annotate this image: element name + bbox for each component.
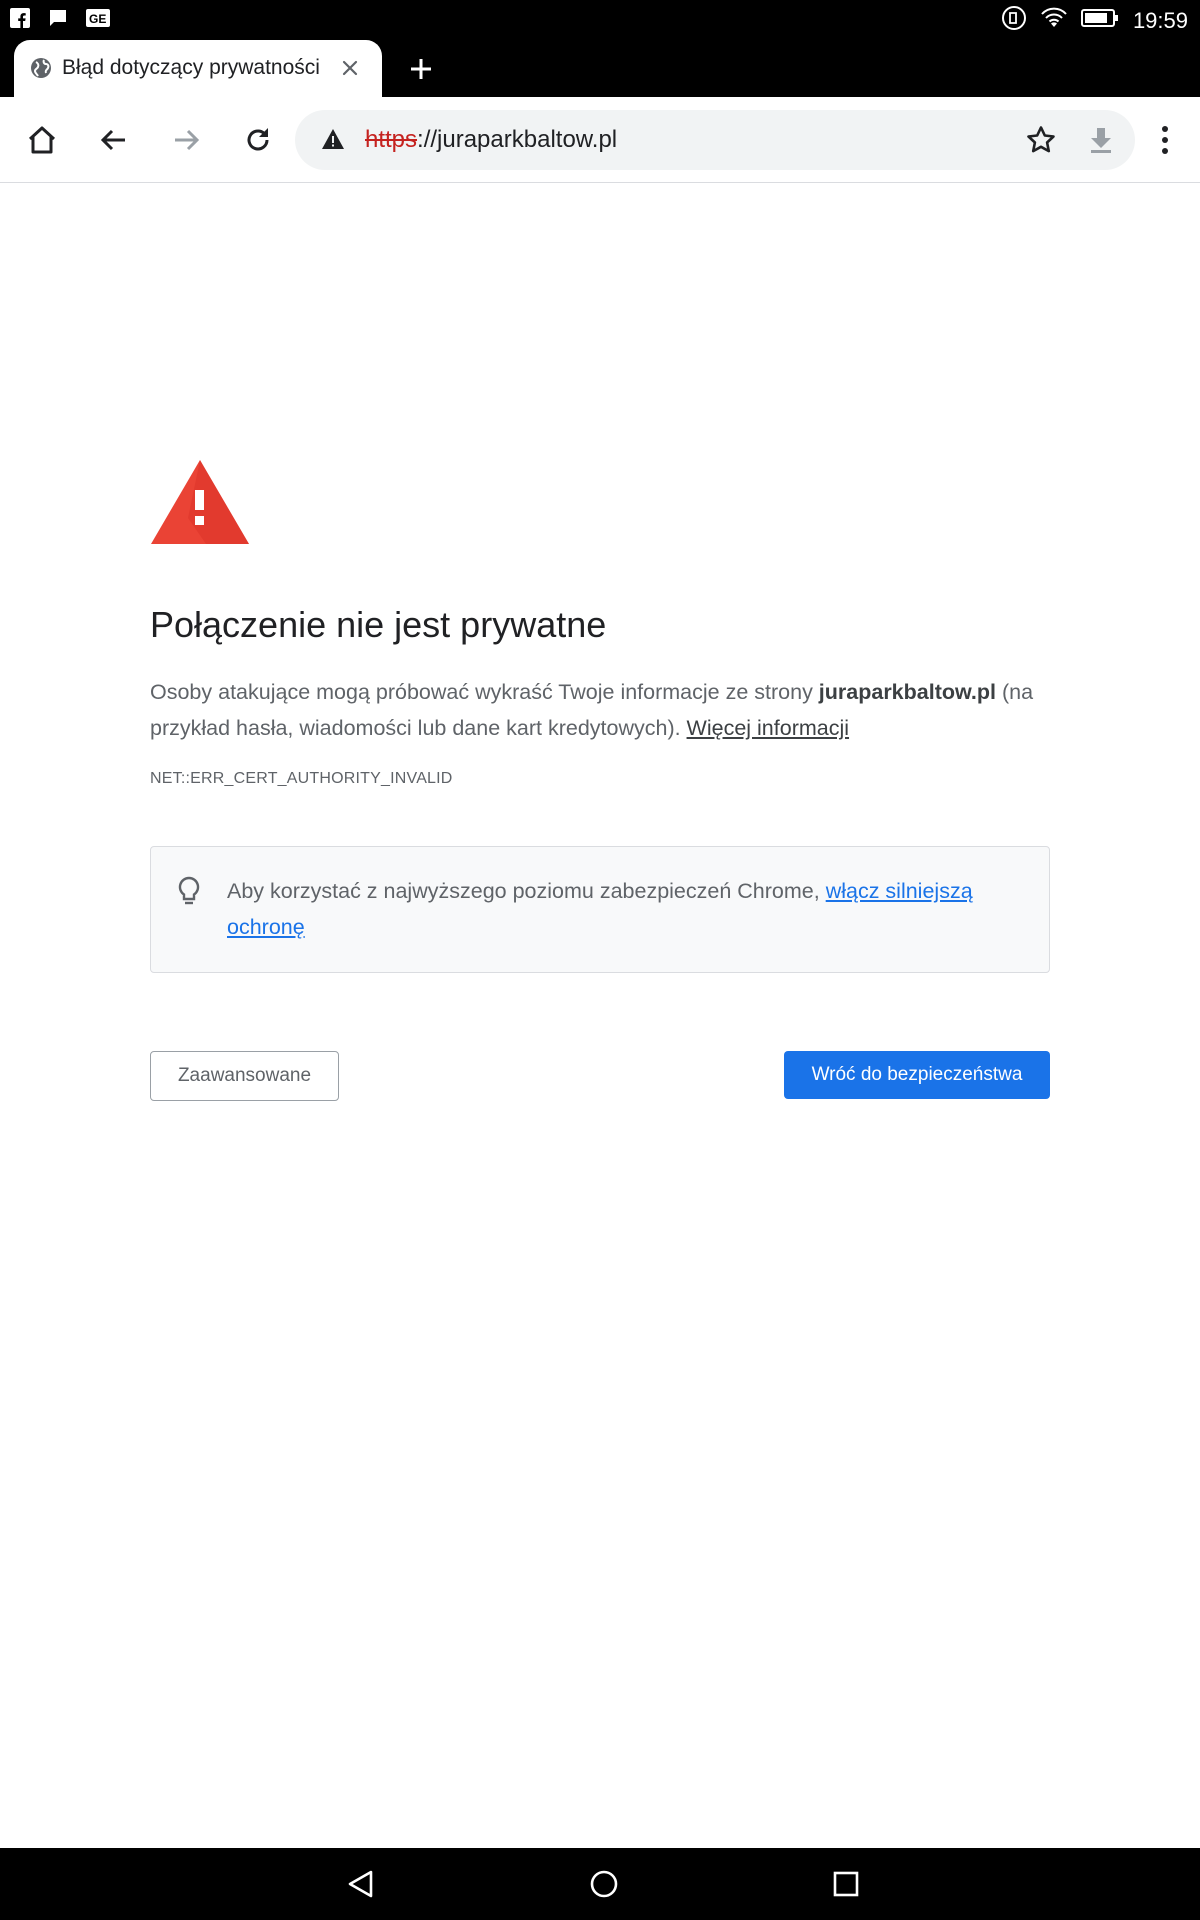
download-icon[interactable] — [1085, 124, 1117, 161]
close-tab-icon[interactable] — [336, 54, 364, 82]
url-scheme: https — [365, 126, 418, 153]
new-tab-plus-icon[interactable] — [404, 52, 438, 86]
error-code: NET::ERR_CERT_AUTHORITY_INVALID — [150, 770, 453, 787]
wifi-icon — [1041, 7, 1067, 34]
home-icon[interactable] — [20, 118, 64, 162]
status-time: 19:59 — [1132, 7, 1188, 33]
forward-arrow-icon[interactable] — [164, 118, 208, 162]
globe-icon — [30, 57, 52, 84]
tab-privacy-error[interactable]: Błąd dotyczący prywatności — [14, 40, 382, 97]
advanced-button[interactable]: Zaawansowane — [150, 1051, 339, 1101]
not-secure-warning-icon[interactable] — [321, 128, 345, 155]
url-text[interactable]: https://juraparkbaltow.pl — [365, 126, 617, 154]
android-nav-bar — [0, 1848, 1200, 1920]
news-icon: GE — [86, 8, 110, 33]
bookmark-star-icon[interactable] — [1025, 124, 1057, 161]
tab-strip: Błąd dotyczący prywatności — [0, 40, 1200, 97]
reload-icon[interactable] — [236, 118, 280, 162]
omnibox[interactable]: https://juraparkbaltow.pl — [295, 110, 1135, 170]
facebook-icon — [10, 8, 30, 33]
tab-title: Błąd dotyczący prywatności — [62, 56, 320, 79]
enhanced-protection-text: Aby korzystać z najwyższego poziomu zabe… — [227, 873, 1027, 945]
learn-more-link[interactable]: Więcej informacji — [687, 716, 849, 740]
back-to-safety-button[interactable]: Wróć do bezpieczeństwa — [784, 1051, 1050, 1099]
status-bar: GE 19:59 — [0, 0, 1200, 40]
page-title: Połączenie nie jest prywatne — [150, 604, 607, 645]
main-explanation: Osoby atakujące mogą próbować wykraść Tw… — [150, 674, 1050, 746]
nav-home-icon[interactable] — [584, 1864, 624, 1904]
url-host: ://juraparkbaltow.pl — [417, 126, 618, 153]
warning-triangle-icon — [150, 458, 250, 546]
enhanced-protection-box: Aby korzystać z najwyższego poziomu zabe… — [150, 846, 1050, 973]
explanation-prefix: Osoby atakujące mogą próbować wykraść Tw… — [150, 680, 819, 704]
nav-recents-icon[interactable] — [826, 1864, 866, 1904]
nav-back-icon[interactable] — [341, 1864, 381, 1904]
svg-text:GE: GE — [89, 12, 106, 26]
lightbulb-icon — [175, 875, 203, 912]
site-domain: juraparkbaltow.pl — [818, 680, 997, 704]
more-menu-icon[interactable] — [1150, 118, 1180, 162]
enhanced-text-prefix: Aby korzystać z najwyższego poziomu zabe… — [227, 879, 826, 903]
browser-toolbar: https://juraparkbaltow.pl — [0, 97, 1200, 183]
back-arrow-icon[interactable] — [92, 118, 136, 162]
message-icon — [48, 8, 68, 33]
nfc-icon — [1001, 5, 1027, 36]
battery-icon — [1080, 8, 1119, 33]
